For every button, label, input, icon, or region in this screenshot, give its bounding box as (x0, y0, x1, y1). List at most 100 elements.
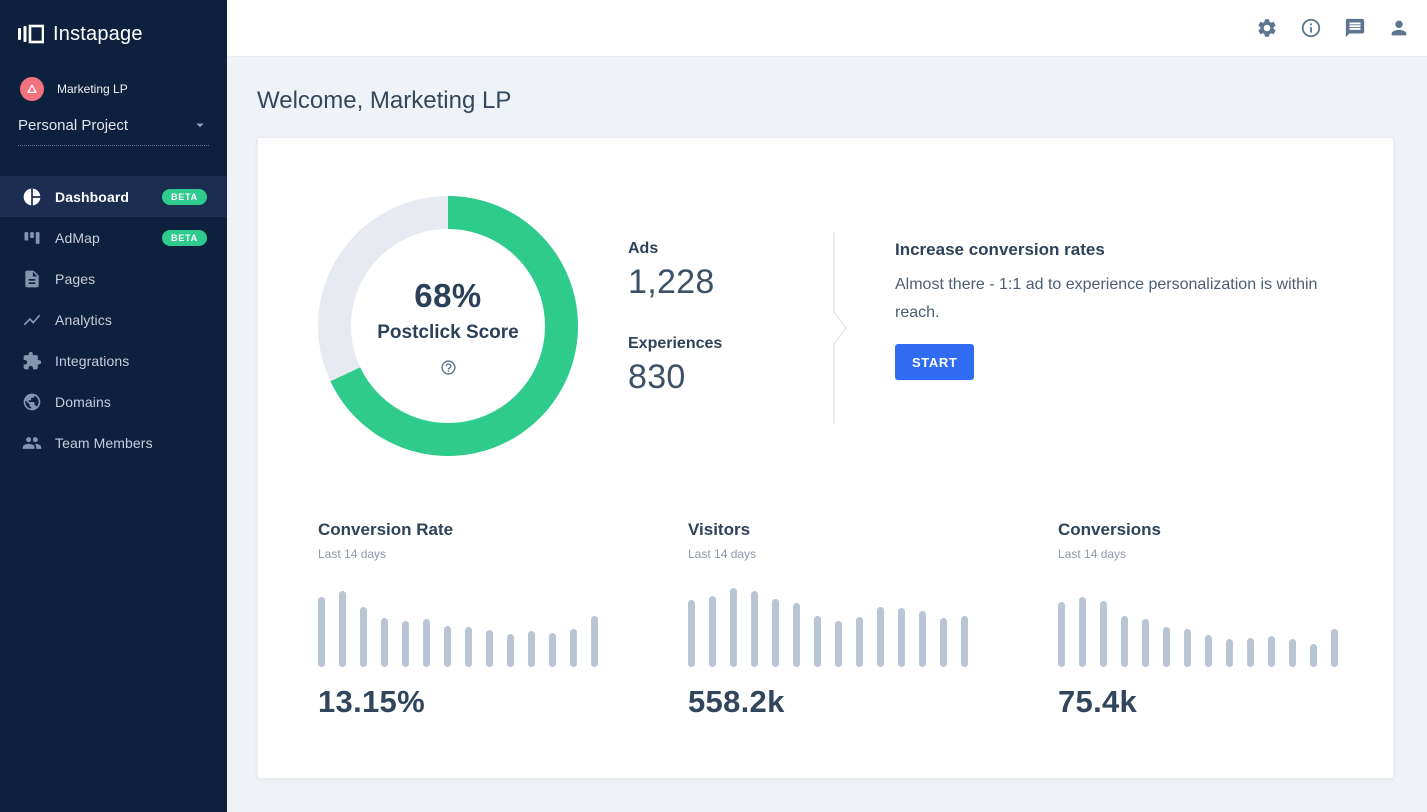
sidebar-item-label: Analytics (55, 312, 207, 328)
chart-bar (961, 616, 968, 667)
score-label: Postclick Score (377, 322, 519, 344)
chart-bar (1142, 619, 1149, 667)
chart-bar (688, 600, 695, 667)
metric-subtitle: Last 14 days (688, 547, 1058, 561)
sidebar-item-label: Integrations (55, 353, 207, 369)
chart-bar (423, 619, 430, 667)
chart-bar (1226, 639, 1233, 667)
workspace-name: Marketing LP (57, 82, 128, 96)
chart-bar (486, 630, 493, 667)
sidebar: Instapage Marketing LP Personal Project … (0, 0, 227, 812)
metric-title: Visitors (688, 520, 1058, 540)
sidebar-item-domains[interactable]: Domains (0, 381, 227, 422)
score-row: 68% Postclick Score Ads 1,228 Experience… (318, 196, 1393, 456)
sidebar-item-admap[interactable]: AdMap BETA (0, 217, 227, 258)
metric-conversions: Conversions Last 14 days 75.4k (1058, 520, 1338, 720)
stat-experiences: Experiences 830 (628, 335, 833, 397)
chart-bar (709, 596, 716, 667)
sparkline-bar-chart (688, 587, 1058, 667)
chart-bar (751, 591, 758, 667)
chart-bar (1310, 644, 1317, 667)
instapage-logo-icon (18, 21, 44, 47)
metric-value: 558.2k (688, 684, 1058, 720)
chart-bar (814, 616, 821, 667)
stat-value: 1,228 (628, 263, 833, 302)
chart-bar (1331, 629, 1338, 667)
chart-bar (549, 633, 556, 667)
chart-bar (856, 617, 863, 667)
promo-title: Increase conversion rates (895, 240, 1357, 260)
chat-icon[interactable] (1344, 17, 1366, 39)
promo-body: Almost there - 1:1 ad to experience pers… (895, 271, 1357, 327)
chart-bar (1289, 639, 1296, 667)
settings-icon[interactable] (1256, 17, 1278, 39)
chart-bar (444, 626, 451, 667)
document-icon (22, 269, 42, 289)
metric-subtitle: Last 14 days (318, 547, 688, 561)
puzzle-icon (22, 351, 42, 371)
sidebar-item-label: AdMap (55, 230, 162, 246)
stat-ads: Ads 1,228 (628, 240, 833, 302)
chart-bar (360, 607, 367, 667)
stat-label: Ads (628, 240, 833, 258)
sidebar-item-team-members[interactable]: Team Members (0, 422, 227, 463)
chart-bar (1163, 627, 1170, 667)
dashboard-card: 68% Postclick Score Ads 1,228 Experience… (257, 137, 1394, 779)
chart-bar (1205, 635, 1212, 667)
account-icon[interactable] (1388, 17, 1410, 39)
metric-title: Conversion Rate (318, 520, 688, 540)
promo-panel: Increase conversion rates Almost there -… (895, 196, 1357, 456)
stats-column: Ads 1,228 Experiences 830 (628, 196, 833, 456)
chart-bar (381, 618, 388, 667)
people-icon (22, 433, 42, 453)
chart-bar (1247, 638, 1254, 667)
stat-value: 830 (628, 358, 833, 397)
sparkline-bar-chart (1058, 587, 1338, 667)
divider-with-chevron (833, 233, 849, 423)
instapage-logo: Instapage (0, 0, 227, 47)
metric-value: 75.4k (1058, 684, 1338, 720)
chart-bar (318, 597, 325, 667)
help-icon[interactable] (440, 359, 457, 376)
beta-badge: BETA (162, 189, 207, 205)
stat-label: Experiences (628, 335, 833, 353)
workspace-avatar (20, 77, 44, 101)
page-title: Welcome, Marketing LP (257, 87, 1394, 115)
chart-bar (1121, 616, 1128, 667)
sidebar-item-label: Dashboard (55, 189, 162, 205)
workspace-row: Marketing LP (0, 47, 227, 101)
chart-bar (772, 599, 779, 667)
chart-bar (591, 616, 598, 667)
sidebar-item-integrations[interactable]: Integrations (0, 340, 227, 381)
avatar-triangle-icon (24, 81, 40, 97)
chart-bar (402, 621, 409, 667)
chart-bar (793, 603, 800, 667)
sidebar-item-analytics[interactable]: Analytics (0, 299, 227, 340)
sidebar-item-label: Team Members (55, 435, 207, 451)
sparkline-bar-chart (318, 587, 688, 667)
sidebar-item-label: Pages (55, 271, 207, 287)
chart-bar (1184, 629, 1191, 667)
project-selector[interactable]: Personal Project (18, 116, 209, 146)
chart-bar (1100, 601, 1107, 667)
postclick-score-donut: 68% Postclick Score (318, 196, 578, 456)
metric-subtitle: Last 14 days (1058, 547, 1338, 561)
metric-value: 13.15% (318, 684, 688, 720)
start-button[interactable]: START (895, 344, 974, 380)
pie-chart-icon (22, 187, 42, 207)
chart-bar (898, 608, 905, 667)
beta-badge: BETA (162, 230, 207, 246)
sidebar-item-dashboard[interactable]: Dashboard BETA (0, 176, 227, 217)
info-icon[interactable] (1300, 17, 1322, 39)
chart-bar (570, 629, 577, 667)
metric-conversion-rate: Conversion Rate Last 14 days 13.15% (318, 520, 688, 720)
content: Welcome, Marketing LP 68% Postclick Scor… (227, 57, 1427, 812)
sidebar-nav: Dashboard BETA AdMap BETA Pages Analytic… (0, 176, 227, 463)
chart-bar (465, 627, 472, 667)
chart-bar (877, 607, 884, 667)
chart-bar (1079, 597, 1086, 667)
line-chart-icon (22, 310, 42, 330)
logo-text: Instapage (53, 23, 143, 46)
sidebar-item-pages[interactable]: Pages (0, 258, 227, 299)
chart-bar (339, 591, 346, 667)
